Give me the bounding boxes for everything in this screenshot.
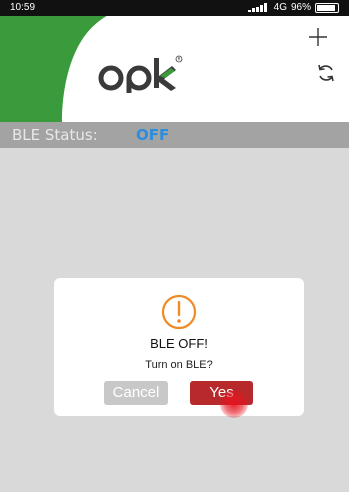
dialog-title: BLE OFF! xyxy=(150,336,208,351)
network-type: 4G xyxy=(273,2,287,13)
status-time: 10:59 xyxy=(10,2,36,13)
ble-status-label: BLE Status: xyxy=(12,126,98,144)
ble-status-bar: BLE Status: OFF xyxy=(0,122,349,148)
status-bar: 10:59 4G 96% xyxy=(0,0,349,16)
touch-indicator xyxy=(220,390,248,418)
status-indicators: 4G 96% xyxy=(247,2,339,13)
add-button[interactable] xyxy=(305,26,331,52)
battery-percent: 96% xyxy=(290,2,311,13)
cancel-button[interactable]: Cancel xyxy=(104,381,168,405)
battery-icon xyxy=(315,2,339,13)
refresh-icon xyxy=(318,64,334,82)
signal-icon xyxy=(247,3,270,12)
ble-off-dialog: BLE OFF! Turn on BLE? Cancel Yes xyxy=(54,278,304,416)
refresh-button[interactable] xyxy=(315,62,337,84)
app-header: R xyxy=(0,16,349,122)
warning-icon xyxy=(161,294,197,330)
dialog-message: Turn on BLE? xyxy=(145,359,213,371)
ble-status-value: OFF xyxy=(136,126,170,144)
svg-text:R: R xyxy=(178,57,181,62)
opk-logo: R xyxy=(98,54,188,99)
plus-icon xyxy=(309,28,327,46)
